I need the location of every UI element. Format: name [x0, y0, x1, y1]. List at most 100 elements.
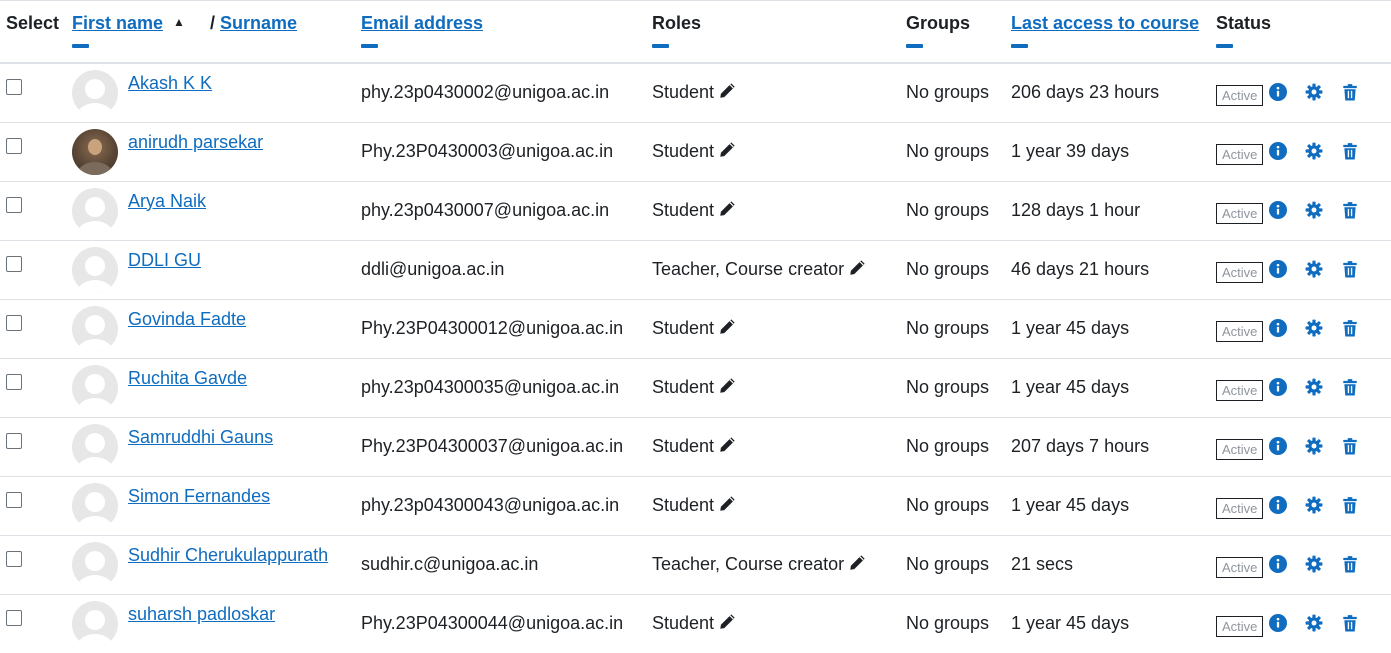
gear-icon[interactable] [1305, 437, 1323, 460]
groups-cell: No groups [900, 417, 1005, 477]
hide-column-icon[interactable] [1216, 44, 1233, 48]
user-name-link[interactable]: Simon Fernandes [128, 483, 270, 507]
pencil-icon[interactable] [848, 554, 866, 572]
hide-column-icon[interactable] [361, 44, 378, 48]
roles-text: Student [652, 377, 715, 397]
user-name-link[interactable]: suharsh padloskar [128, 601, 275, 625]
groups-cell: No groups [900, 62, 1005, 123]
user-name-link[interactable]: Sudhir Cherukulappurath [128, 542, 328, 566]
gear-icon[interactable] [1305, 83, 1323, 106]
last-access-cell: 1 year 45 days [1005, 476, 1210, 536]
roles-text: Student [652, 436, 715, 456]
caret-up-icon: ▲ [173, 15, 185, 29]
hide-column-icon[interactable] [652, 44, 669, 48]
info-icon[interactable] [1269, 496, 1288, 519]
user-name-link[interactable]: Govinda Fadte [128, 306, 246, 330]
select-checkbox[interactable] [6, 256, 22, 273]
pencil-icon[interactable] [718, 141, 736, 159]
info-icon[interactable] [1269, 319, 1288, 342]
select-checkbox[interactable] [6, 138, 22, 155]
pencil-icon[interactable] [718, 82, 736, 100]
email-cell: Phy.23P04300037@unigoa.ac.in [355, 417, 646, 477]
info-icon[interactable] [1269, 555, 1288, 578]
select-checkbox[interactable] [6, 79, 22, 96]
trash-icon[interactable] [1341, 201, 1359, 224]
gear-icon[interactable] [1305, 378, 1323, 401]
gear-icon[interactable] [1305, 555, 1323, 578]
trash-icon[interactable] [1341, 260, 1359, 283]
trash-icon[interactable] [1341, 83, 1359, 106]
trash-icon[interactable] [1341, 378, 1359, 401]
info-icon[interactable] [1269, 260, 1288, 283]
name-cell: anirudh parsekar [66, 122, 355, 182]
status-badge: Active [1216, 262, 1264, 283]
trash-icon[interactable] [1341, 142, 1359, 165]
gear-icon[interactable] [1305, 142, 1323, 165]
groups-cell: No groups [900, 181, 1005, 241]
hide-column-icon[interactable] [906, 44, 923, 48]
user-name-link[interactable]: Samruddhi Gauns [128, 424, 273, 448]
gear-icon[interactable] [1305, 614, 1323, 637]
user-name-link[interactable]: Ruchita Gavde [128, 365, 247, 389]
info-icon[interactable] [1269, 83, 1288, 106]
avatar [72, 423, 118, 470]
groups-cell: No groups [906, 613, 990, 633]
select-checkbox[interactable] [6, 374, 22, 391]
info-icon[interactable] [1269, 437, 1288, 460]
email-cell: sudhir.c@unigoa.ac.in [355, 535, 646, 595]
gear-icon[interactable] [1305, 201, 1323, 224]
avatar [72, 364, 118, 411]
info-icon[interactable] [1269, 378, 1288, 401]
pencil-icon[interactable] [848, 259, 866, 277]
trash-icon[interactable] [1341, 437, 1359, 460]
select-checkbox[interactable] [6, 492, 22, 509]
user-name-link[interactable]: Akash K K [128, 70, 212, 94]
gear-icon[interactable] [1305, 260, 1323, 283]
sort-last-access-link[interactable]: Last access to course [1011, 13, 1199, 33]
last-access-cell: 1 year 45 days [1011, 613, 1130, 633]
trash-icon[interactable] [1341, 319, 1359, 342]
status-cell: Active [1210, 122, 1391, 182]
sort-surname-link[interactable]: Surname [220, 13, 297, 33]
name-cell: Ruchita Gavde [66, 358, 355, 418]
groups-cell: No groups [900, 299, 1005, 359]
pencil-icon[interactable] [718, 318, 736, 336]
select-checkbox[interactable] [6, 551, 22, 568]
info-icon[interactable] [1269, 142, 1288, 165]
info-icon[interactable] [1269, 201, 1288, 224]
pencil-icon[interactable] [718, 495, 736, 513]
gear-icon[interactable] [1305, 319, 1323, 342]
header-separator: / [209, 13, 215, 33]
user-name-link[interactable]: anirudh parsekar [128, 129, 263, 153]
user-name-link[interactable]: Arya Naik [128, 188, 206, 212]
user-name-link[interactable]: DDLI GU [128, 247, 201, 271]
select-cell [0, 417, 66, 477]
header-status-label: Status [1216, 13, 1272, 33]
sort-first-name-link[interactable]: First name [72, 13, 163, 33]
roles-text: Student [652, 82, 715, 102]
select-checkbox[interactable] [6, 433, 22, 450]
pencil-icon[interactable] [718, 613, 736, 631]
hide-column-icon[interactable] [72, 44, 89, 48]
header-name: First name ▲ / Surname [66, 0, 355, 64]
trash-icon[interactable] [1341, 496, 1359, 519]
status-badge: Active [1216, 321, 1264, 342]
info-icon[interactable] [1269, 614, 1288, 637]
trash-icon[interactable] [1341, 555, 1359, 578]
status-badge: Active [1216, 616, 1264, 637]
pencil-icon[interactable] [718, 436, 736, 454]
roles-cell: Student [646, 299, 900, 359]
select-cell [0, 358, 66, 418]
gear-icon[interactable] [1305, 496, 1323, 519]
select-checkbox[interactable] [6, 197, 22, 214]
select-checkbox[interactable] [6, 315, 22, 332]
table-row: Sudhir Cherukulappurath sudhir.c@unigoa.… [0, 535, 1391, 595]
hide-column-icon[interactable] [1011, 44, 1028, 48]
status-cell: Active [1210, 62, 1391, 123]
trash-icon[interactable] [1341, 614, 1359, 637]
sort-email-link[interactable]: Email address [361, 13, 483, 33]
select-checkbox[interactable] [6, 610, 22, 627]
pencil-icon[interactable] [718, 200, 736, 218]
email-cell: ddli@unigoa.ac.in [355, 240, 646, 300]
pencil-icon[interactable] [718, 377, 736, 395]
